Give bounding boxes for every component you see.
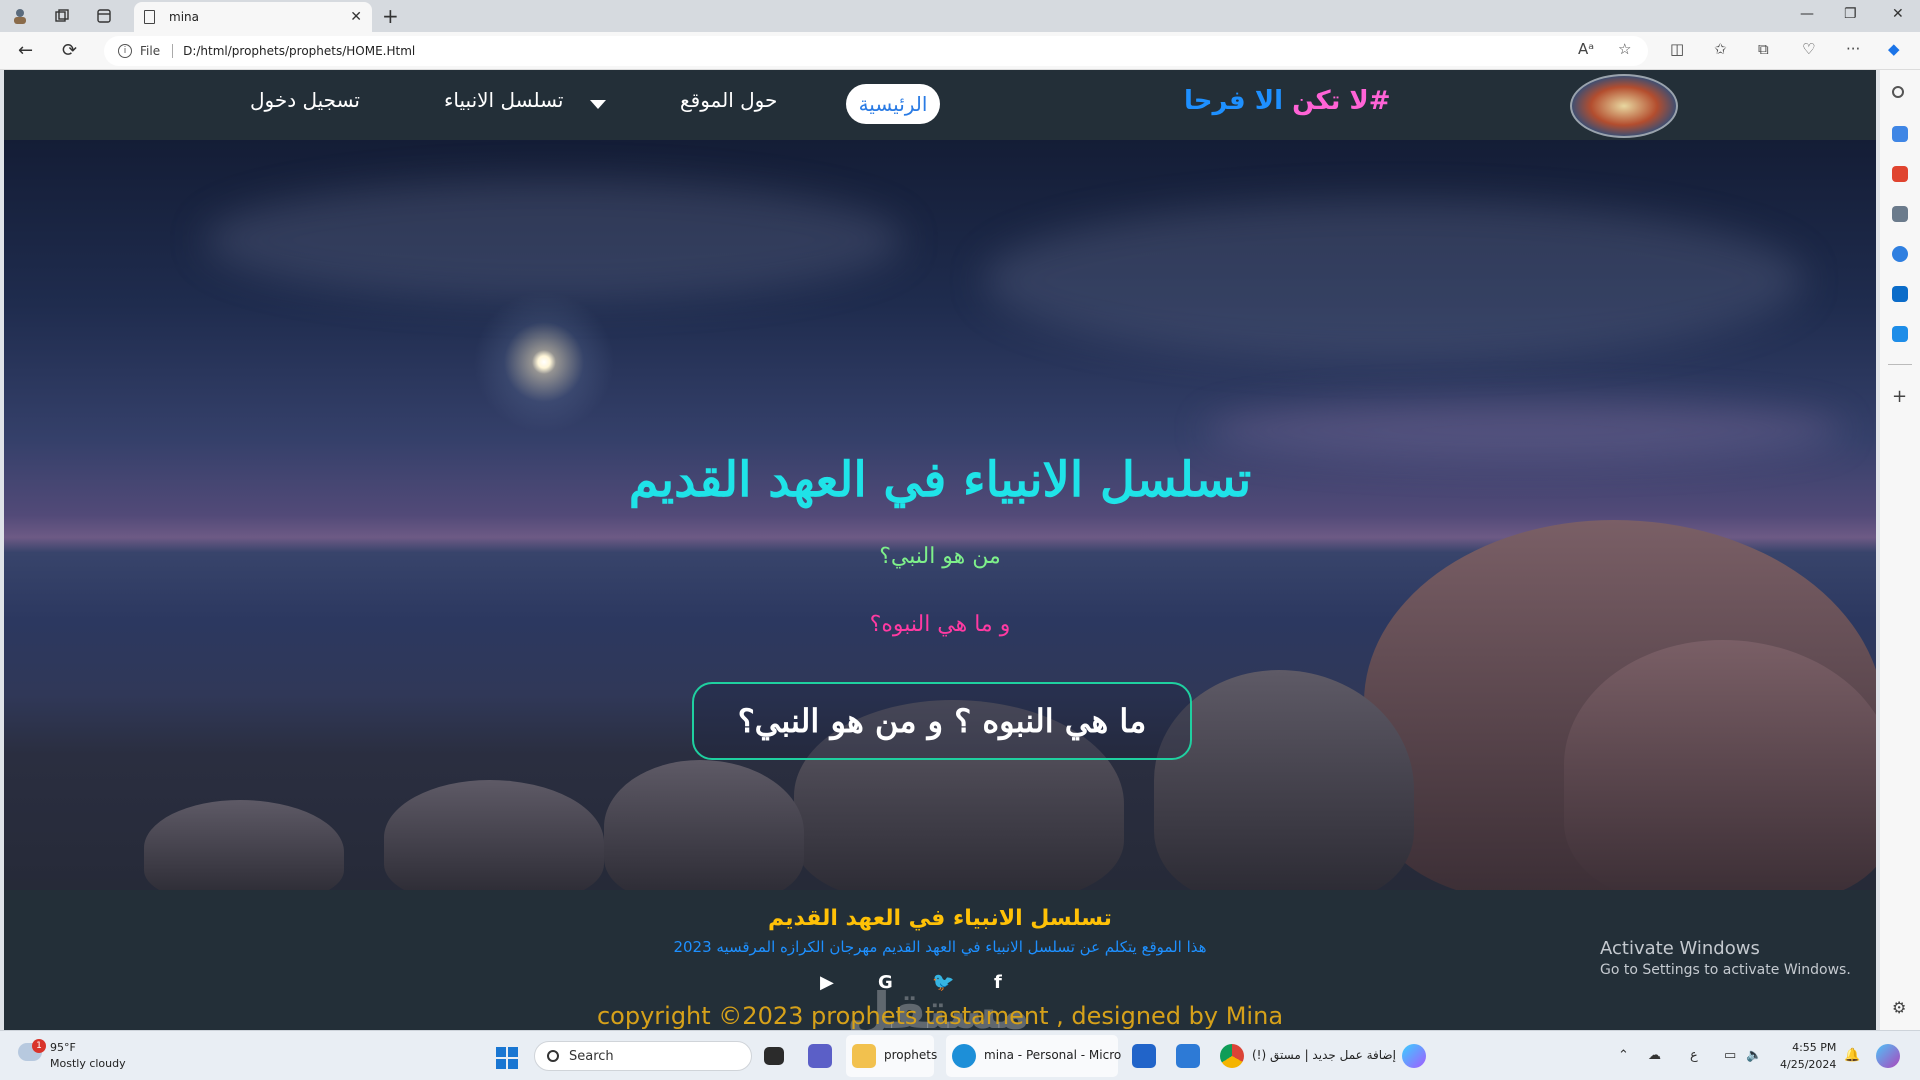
hero-section: تسلسل الانبياء في العهد القديم من هو الن…: [4, 140, 1876, 900]
nav-home-link[interactable]: الرئيسية: [846, 84, 940, 124]
nav-login-link[interactable]: تسجيل دخول: [250, 88, 360, 112]
nav-prophets-dropdown[interactable]: تسلسل الانبياء: [444, 88, 563, 112]
footer-copyright: copyright ©2023 prophets tastament , des…: [596, 1002, 1284, 1030]
start-button[interactable]: [496, 1047, 518, 1069]
copilot-icon[interactable]: ◆: [1888, 40, 1900, 58]
teams-icon[interactable]: [808, 1044, 832, 1068]
search-icon: [547, 1050, 559, 1062]
collections-icon[interactable]: ⧉: [1758, 40, 1769, 58]
minimize-button[interactable]: —: [1800, 6, 1814, 22]
split-screen-icon[interactable]: ◫: [1670, 40, 1684, 58]
hashtag-part2: الا فرحا: [1184, 86, 1293, 116]
site-hashtag: #لا تكن الا فرحا: [1184, 86, 1391, 116]
tab-title: mina: [169, 10, 199, 24]
edge-sidebar: + ⚙: [1880, 70, 1920, 1030]
chrome-icon[interactable]: [1220, 1044, 1244, 1068]
url-protocol: File: [140, 44, 161, 58]
volume-icon[interactable]: 🔈: [1746, 1048, 1762, 1063]
read-aloud-icon[interactable]: Aᵃ: [1578, 40, 1594, 58]
site-logo[interactable]: [1570, 74, 1678, 138]
activate-windows-watermark: Activate Windows Go to Settings to activ…: [1600, 938, 1851, 978]
language-indicator[interactable]: ع: [1690, 1048, 1698, 1063]
widgets-icon[interactable]: [1876, 1044, 1900, 1068]
activate-title: Activate Windows: [1600, 938, 1760, 959]
profile-avatar-icon[interactable]: [10, 6, 30, 26]
sidebar-settings-icon[interactable]: ⚙: [1892, 998, 1908, 1017]
favorites-icon[interactable]: ✩: [1714, 40, 1727, 58]
hero-title: تسلسل الانبياء في العهد القديم: [628, 452, 1252, 508]
site-navbar: #لا تكن الا فرحا الرئيسية حول الموقع تسل…: [4, 70, 1876, 140]
youtube-icon[interactable]: ▶: [820, 972, 834, 993]
file-explorer-icon[interactable]: [852, 1044, 876, 1068]
send-icon[interactable]: [1892, 326, 1908, 342]
tab-close-icon[interactable]: ✕: [350, 9, 362, 25]
hero-cta-button[interactable]: ما هي النبوه ؟ و من هو النبي؟: [692, 682, 1192, 760]
restore-button[interactable]: ❐: [1844, 6, 1857, 22]
web-page: #لا تكن الا فرحا الرئيسية حول الموقع تسل…: [4, 70, 1876, 1030]
edge-icon[interactable]: [952, 1044, 976, 1068]
nav-about-link[interactable]: حول الموقع: [680, 88, 777, 112]
explorer-label[interactable]: prophets: [884, 1048, 937, 1062]
url-separator: [172, 44, 174, 58]
more-menu-icon[interactable]: ···: [1846, 40, 1860, 58]
task-view-icon[interactable]: [764, 1047, 784, 1065]
sidebar-divider: [1888, 364, 1912, 365]
clock-date: 4/25/2024: [1780, 1058, 1837, 1071]
address-bar-row: ← ⟳ i File D:/html/prophets/prophets/HOM…: [0, 32, 1920, 70]
vertical-tabs-icon[interactable]: [94, 6, 114, 26]
rock-shape: [1564, 640, 1876, 900]
footer-description: هذا الموقع يتكلم عن تسلسل الانبياء في ال…: [673, 938, 1207, 956]
favorite-star-icon[interactable]: ☆: [1618, 40, 1631, 58]
refresh-button[interactable]: ⟳: [62, 40, 77, 61]
mail-icon[interactable]: [1176, 1044, 1200, 1068]
footer-title: تسلسل الانبياء في العهد القديم: [768, 906, 1112, 931]
chrome-label[interactable]: (!) إضافة عمل جديد | مستق: [1252, 1048, 1396, 1062]
browser-essentials-icon[interactable]: ♡: [1802, 40, 1815, 58]
new-tab-button[interactable]: +: [382, 4, 399, 28]
site-info-icon[interactable]: i: [118, 44, 132, 58]
edge-label[interactable]: mina - Personal - Micro: [984, 1048, 1121, 1062]
activate-subtitle: Go to Settings to activate Windows.: [1600, 962, 1851, 978]
weather-description[interactable]: Mostly cloudy: [50, 1057, 126, 1070]
tools-icon[interactable]: [1892, 166, 1908, 182]
taskbar-search[interactable]: Search: [534, 1041, 752, 1071]
weather-temperature[interactable]: 95°F: [50, 1041, 76, 1054]
search-icon[interactable]: [1892, 86, 1904, 98]
tab-active[interactable]: mina ✕: [134, 2, 372, 32]
hashtag-part1: #لا تكن: [1292, 86, 1391, 116]
close-window-button[interactable]: ✕: [1892, 6, 1904, 22]
chevron-up-icon[interactable]: ⌃: [1618, 1048, 1629, 1063]
weather-alert-badge: 1: [32, 1039, 46, 1053]
cloud-shape: [984, 200, 1804, 360]
workspaces-icon[interactable]: [52, 6, 72, 26]
rock-shape: [384, 780, 604, 900]
cloud-shape: [204, 180, 904, 300]
clock-time: 4:55 PM: [1792, 1041, 1837, 1054]
notification-bell-icon[interactable]: 🔔: [1844, 1048, 1860, 1063]
onedrive-icon[interactable]: ☁: [1648, 1048, 1661, 1063]
microsoft-365-icon[interactable]: [1892, 246, 1908, 262]
store-icon[interactable]: [1132, 1044, 1156, 1068]
shopping-icon[interactable]: [1892, 126, 1908, 142]
games-icon[interactable]: [1892, 206, 1908, 222]
clock[interactable]: 4:55 PM 4/25/2024: [1780, 1041, 1836, 1071]
copilot-taskbar-icon[interactable]: [1402, 1044, 1426, 1068]
hero-question-1: من هو النبي؟: [879, 544, 1001, 569]
url-text[interactable]: D:/html/prophets/prophets/HOME.Html: [183, 44, 415, 58]
page-icon: [144, 10, 155, 24]
site-footer: تسلسل الانبياء في العهد القديم هذا الموق…: [4, 890, 1876, 1030]
address-bar[interactable]: i File D:/html/prophets/prophets/HOME.Ht…: [104, 36, 1648, 66]
back-button[interactable]: ←: [18, 40, 33, 61]
rock-shape: [604, 760, 804, 900]
cloud-shape: [1204, 400, 1844, 460]
rock-shape: [144, 800, 344, 900]
network-icon[interactable]: ▭: [1724, 1048, 1736, 1063]
browser-tab-bar: mina ✕ + — ❐ ✕: [0, 0, 1920, 32]
windows-taskbar: 1 95°F Mostly cloudy Search prophets min…: [0, 1030, 1920, 1080]
hero-question-2: و ما هي النبوه؟: [869, 612, 1011, 637]
search-placeholder: Search: [569, 1048, 614, 1064]
outlook-icon[interactable]: [1892, 286, 1908, 302]
chevron-down-icon[interactable]: [590, 100, 606, 109]
add-sidebar-icon[interactable]: +: [1892, 386, 1908, 407]
